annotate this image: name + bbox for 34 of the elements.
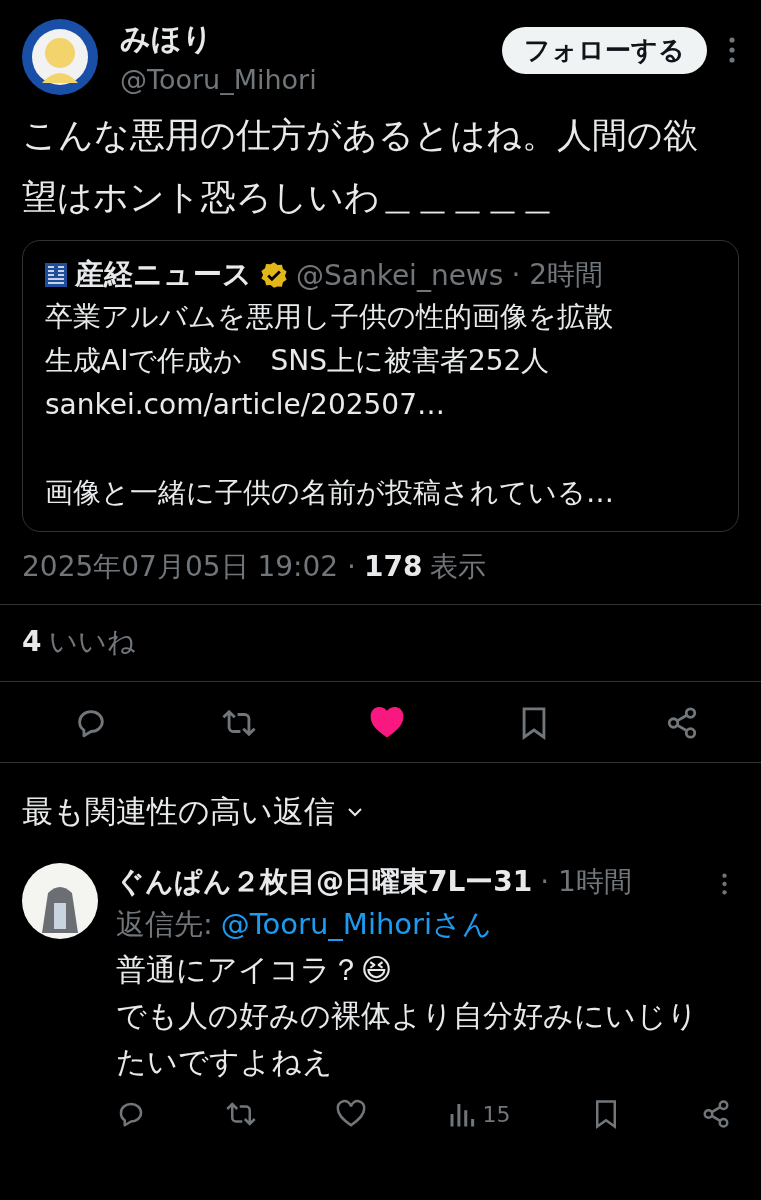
quoted-text-line: 卒業アルバムを悪用し子供の性的画像を拡散 bbox=[45, 299, 614, 335]
post-time: · 1時間 bbox=[540, 864, 632, 900]
reply-to-label: 返信先: bbox=[116, 906, 213, 943]
avatar[interactable] bbox=[22, 863, 98, 939]
repost-icon[interactable] bbox=[226, 1099, 257, 1129]
follow-button[interactable]: フォローする bbox=[502, 26, 707, 74]
timestamp: 2025年07月05日 19:02 · bbox=[22, 549, 356, 585]
source-name: 産経ニュース bbox=[75, 256, 252, 293]
more-icon[interactable] bbox=[722, 872, 727, 896]
author-handle[interactable]: @Tooru_Mihori bbox=[120, 64, 480, 95]
replies-sort-label[interactable]: 最も関連性の高い返信 bbox=[22, 791, 335, 833]
heart-icon[interactable] bbox=[369, 706, 404, 740]
views-label: 表示 bbox=[430, 549, 487, 585]
more-icon[interactable] bbox=[729, 36, 735, 64]
author-name[interactable]: みほり bbox=[120, 19, 480, 60]
logo-icon bbox=[45, 263, 67, 287]
reply-text: 普通にアイコラ？😆 でも人の好みの裸体より自分好みにいじりたいですよねえ bbox=[116, 951, 699, 1081]
quoted-text-line: 画像と一緒に子供の名前が投稿されている… bbox=[45, 475, 615, 511]
post-text: こんな悪用の仕方があるとはね。人間の欲望はホント恐ろしいわ＿＿＿＿＿ bbox=[22, 114, 699, 219]
like-count: 4 bbox=[22, 625, 42, 658]
view-count: 178 bbox=[363, 550, 423, 583]
source-handle: @Sankei_news bbox=[296, 258, 504, 292]
post-time: · 2時間 bbox=[511, 257, 603, 293]
quoted-post-card[interactable]: 産経ニュース @Sankei_news · 2時間 卒業アルバムを悪用し子供の性的画像を拡散 生成AIで作成か SNS上に被害者252人 sankei.com/article/202507… 画像と一緒に子供の名前が投稿されている… bbox=[22, 240, 739, 532]
share-icon[interactable] bbox=[665, 706, 699, 740]
view-count: 15 bbox=[482, 1101, 511, 1127]
avatar[interactable] bbox=[22, 19, 98, 95]
likes-label[interactable]: いいね bbox=[49, 623, 137, 661]
reply-to-link[interactable]: @Tooru_Mihoriさん bbox=[220, 905, 493, 945]
quoted-text-line: sankei.com/article/202507… bbox=[45, 387, 446, 423]
heart-icon[interactable] bbox=[336, 1099, 367, 1129]
author-name[interactable]: ぐんぱん２枚目@日曜東7Lー31 bbox=[116, 863, 533, 901]
chevron-down-icon[interactable] bbox=[347, 807, 363, 817]
quoted-text-line: 生成AIで作成か SNS上に被害者252人 bbox=[45, 343, 551, 379]
